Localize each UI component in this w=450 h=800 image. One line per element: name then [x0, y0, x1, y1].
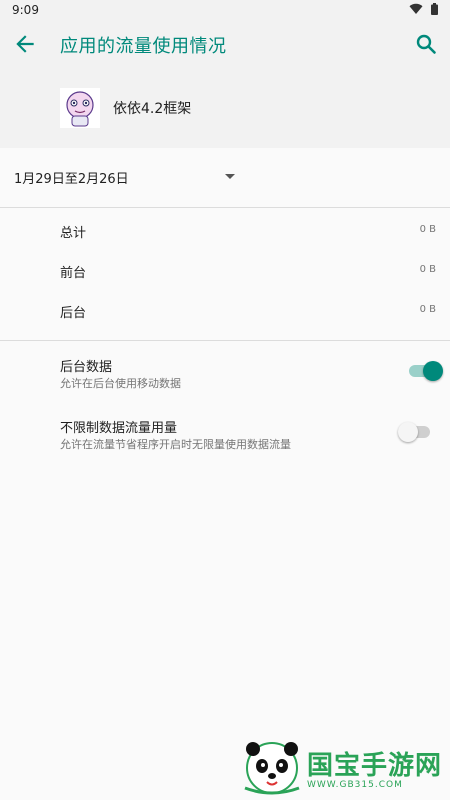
usage-label: 后台 [60, 306, 87, 321]
arrow-left-icon[interactable] [12, 31, 38, 57]
divider [0, 207, 450, 208]
usage-value: 0 B [419, 224, 436, 235]
cycle-label[interactable]: 1月29日至2月26日 [14, 168, 129, 187]
setting-subtitle: 允许在后台使用移动数据 [60, 377, 181, 390]
usage-row-total: 总计 0 B [0, 210, 450, 250]
wifi-icon [409, 3, 423, 15]
app-header: 依依4.2框架 [0, 70, 450, 148]
app-bar: 应用的流量使用情况 [0, 20, 450, 70]
unrestricted-data-toggle[interactable] [398, 422, 430, 442]
usage-value: 0 B [419, 264, 436, 275]
usage-row-background: 后台 0 B [0, 290, 450, 330]
setting-unrestricted-data[interactable]: 不限制数据流量用量 允许在流量节省程序开启时无限量使用数据流量 [0, 403, 450, 461]
status-icons [409, 3, 438, 15]
watermark-text: 国宝手游网 WWW.GB315.COM [307, 745, 442, 790]
usage-label: 总计 [60, 226, 87, 241]
panda-logo-icon [244, 742, 300, 795]
cycle-selector[interactable]: 1月29日至2月26日 [0, 148, 450, 208]
page-title: 应用的流量使用情况 [60, 36, 227, 57]
usage-value: 0 B [419, 304, 436, 315]
app-icon [60, 88, 100, 128]
caret-down-icon[interactable] [225, 174, 235, 179]
toggle-knob [398, 422, 418, 442]
search-icon[interactable] [414, 32, 438, 56]
watermark-url: WWW.GB315.COM [306, 779, 403, 790]
status-bar: 9:09 [0, 0, 450, 20]
setting-title: 后台数据 [60, 360, 113, 375]
divider [0, 340, 450, 341]
usage-label: 前台 [60, 266, 87, 281]
toggle-knob [423, 361, 443, 381]
battery-icon [431, 3, 438, 15]
setting-background-data[interactable]: 后台数据 允许在后台使用移动数据 [0, 342, 450, 400]
watermark-title: 国宝手游网 [306, 750, 442, 781]
setting-subtitle: 允许在流量节省程序开启时无限量使用数据流量 [60, 438, 291, 451]
status-time: 9:09 [12, 3, 39, 17]
usage-row-foreground: 前台 0 B [0, 250, 450, 290]
app-name: 依依4.2框架 [113, 101, 192, 117]
watermark: 国宝手游网 WWW.GB315.COM [243, 738, 442, 796]
setting-title: 不限制数据流量用量 [60, 421, 178, 436]
background-data-toggle[interactable] [409, 361, 443, 381]
